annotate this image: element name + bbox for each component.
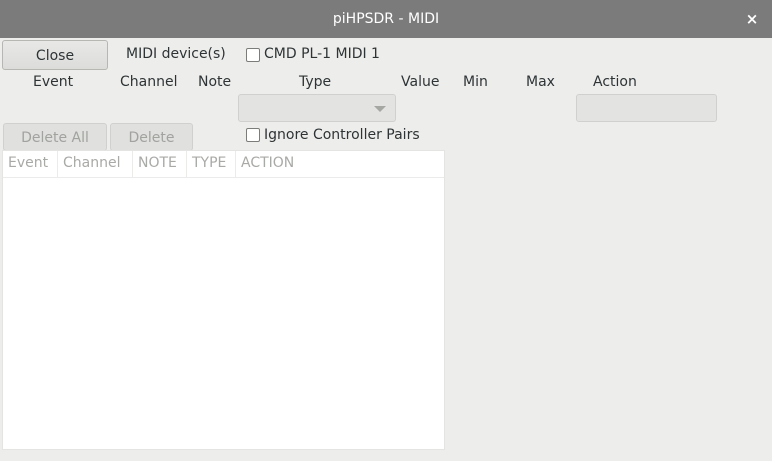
device-name-label[interactable]: CMD PL-1 MIDI 1 [264, 46, 380, 62]
column-header-event[interactable]: Event [3, 151, 58, 177]
delete-all-button[interactable]: Delete All [3, 123, 107, 151]
column-header-note[interactable]: NOTE [133, 151, 187, 177]
chevron-down-icon [374, 106, 386, 112]
ignore-pairs-label[interactable]: Ignore Controller Pairs [264, 127, 420, 143]
table-body [3, 178, 444, 449]
event-label: Event [33, 74, 74, 90]
column-header-channel[interactable]: Channel [58, 151, 133, 177]
action-label: Action [593, 74, 637, 90]
min-label: Min [463, 74, 488, 90]
action-field[interactable] [576, 94, 717, 122]
window-close-icon[interactable]: × [742, 9, 762, 29]
ignore-pairs-checkbox[interactable] [246, 128, 260, 142]
table-header: Event Channel NOTE TYPE ACTION [3, 151, 444, 178]
midi-devices-label: MIDI device(s) [126, 46, 226, 62]
midi-mapping-table[interactable]: Event Channel NOTE TYPE ACTION [2, 150, 445, 450]
type-dropdown[interactable] [238, 94, 396, 122]
type-label: Type [299, 74, 332, 90]
value-label: Value [401, 74, 440, 90]
note-label: Note [198, 74, 232, 90]
midi-dialog-content: Close MIDI device(s) CMD PL-1 MIDI 1 Eve… [0, 38, 772, 461]
title-bar: piHPSDR - MIDI × [0, 0, 772, 38]
window-title: piHPSDR - MIDI [332, 11, 440, 27]
delete-button[interactable]: Delete [110, 123, 193, 151]
column-header-type[interactable]: TYPE [187, 151, 236, 177]
close-button[interactable]: Close [2, 40, 108, 70]
device-checkbox[interactable] [246, 48, 260, 62]
channel-label: Channel [120, 74, 178, 90]
max-label: Max [526, 74, 555, 90]
column-header-action[interactable]: ACTION [236, 151, 336, 177]
